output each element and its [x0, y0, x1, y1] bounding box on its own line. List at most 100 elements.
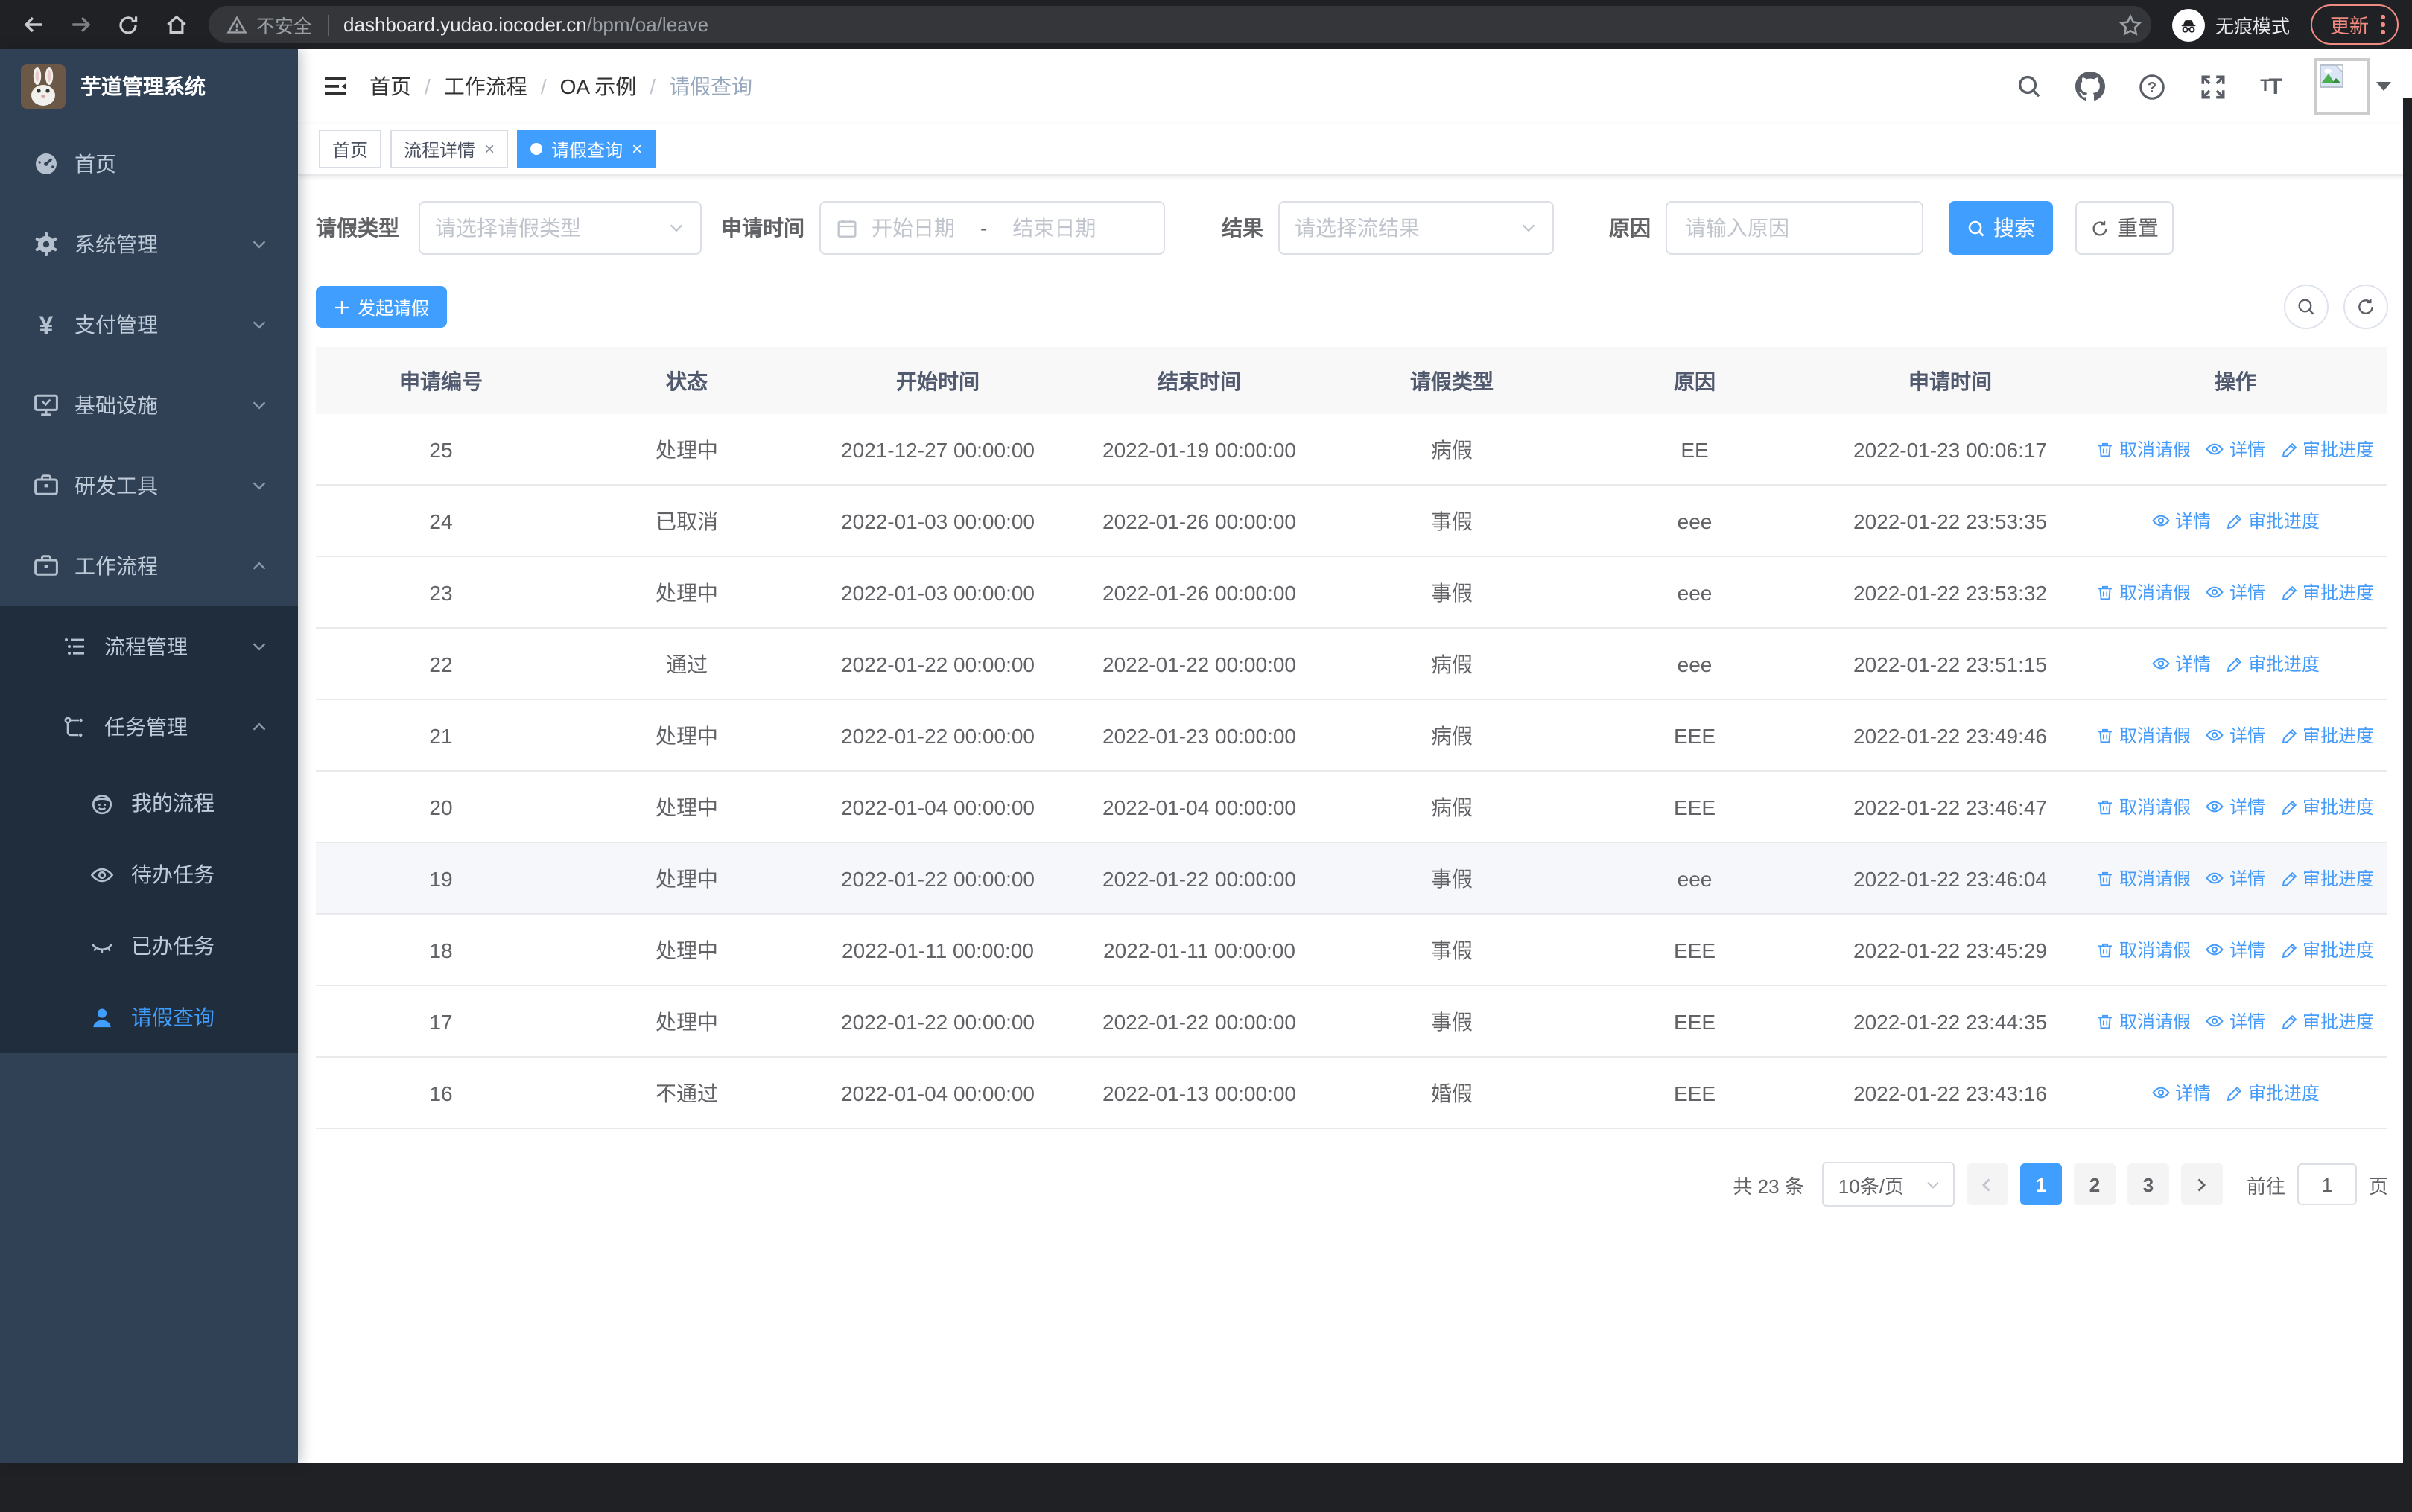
- table-row[interactable]: 24 已取消 2022-01-03 00:00:00 2022-01-26 00…: [316, 485, 2387, 557]
- security-status[interactable]: 不安全: [226, 10, 312, 39]
- user-avatar[interactable]: [2314, 58, 2370, 115]
- detail-link[interactable]: 详情: [2206, 722, 2265, 747]
- detail-link[interactable]: 详情: [2206, 579, 2265, 604]
- help-button[interactable]: ?: [2138, 72, 2166, 101]
- sidebar-collapse-button[interactable]: [313, 64, 358, 109]
- browser-forward-button[interactable]: [60, 4, 101, 45]
- next-page-button[interactable]: [2180, 1163, 2223, 1205]
- app-logo[interactable]: 芋道管理系统: [0, 49, 298, 124]
- table-row[interactable]: 25 处理中 2021-12-27 00:00:00 2022-01-19 00…: [316, 414, 2387, 486]
- page-button-3[interactable]: 3: [2127, 1163, 2169, 1205]
- browser-home-button[interactable]: [155, 4, 197, 45]
- detail-link[interactable]: 详情: [2206, 1008, 2265, 1033]
- show-search-toggle-button[interactable]: [2284, 285, 2329, 329]
- cancel-leave-link[interactable]: 取消请假: [2097, 794, 2191, 819]
- cancel-leave-link[interactable]: 取消请假: [2097, 1008, 2191, 1034]
- table-row[interactable]: 21 处理中 2022-01-22 00:00:00 2022-01-23 00…: [316, 699, 2387, 772]
- fullscreen-button[interactable]: [2199, 72, 2227, 101]
- sidebar-item-todo-tasks[interactable]: 待办任务: [0, 839, 298, 910]
- close-icon[interactable]: ×: [632, 140, 642, 158]
- sidebar-item-infrastructure[interactable]: 基础设施: [0, 365, 298, 445]
- table-row[interactable]: 20 处理中 2022-01-04 00:00:00 2022-01-04 00…: [316, 771, 2387, 843]
- sidebar-item-workflow[interactable]: 工作流程: [0, 526, 298, 606]
- table-refresh-button[interactable]: [2343, 285, 2388, 329]
- page-size-select[interactable]: 10条/页: [1821, 1162, 1955, 1207]
- close-icon[interactable]: ×: [484, 140, 495, 158]
- goto-page-input[interactable]: [2297, 1163, 2357, 1205]
- page-button-2[interactable]: 2: [2073, 1163, 2116, 1205]
- detail-link[interactable]: 详情: [2206, 436, 2265, 461]
- font-size-button[interactable]: TT: [2260, 74, 2282, 99]
- cancel-leave-link[interactable]: 取消请假: [2097, 865, 2191, 891]
- window-scrollbar[interactable]: [2403, 98, 2412, 1512]
- approval-progress-link[interactable]: 审批进度: [2280, 794, 2374, 819]
- breadcrumb-workflow[interactable]: 工作流程: [444, 72, 527, 101]
- sidebar-item-done-tasks[interactable]: 已办任务: [0, 910, 298, 982]
- cancel-leave-link[interactable]: 取消请假: [2097, 436, 2191, 462]
- prev-page-button[interactable]: [1966, 1163, 2008, 1205]
- header-search-button[interactable]: [2016, 73, 2043, 100]
- github-icon: [2075, 72, 2106, 101]
- address-bar[interactable]: 不安全 dashboard.yudao.iocoder.cn/bpm/oa/le…: [209, 6, 2151, 43]
- cancel-leave-link[interactable]: 取消请假: [2097, 937, 2191, 962]
- detail-link[interactable]: 详情: [2206, 793, 2265, 819]
- bookmark-star-button[interactable]: [2119, 13, 2142, 36]
- approval-progress-link[interactable]: 审批进度: [2280, 1008, 2374, 1034]
- browser-reload-button[interactable]: [107, 4, 149, 45]
- sidebar-item-system[interactable]: 系统管理: [0, 204, 298, 285]
- detail-link[interactable]: 详情: [2151, 1079, 2211, 1105]
- reason-input[interactable]: [1666, 201, 1923, 255]
- edit-icon: [2281, 585, 2297, 600]
- approval-progress-link[interactable]: 审批进度: [2280, 722, 2374, 748]
- start-date-placeholder[interactable]: 开始日期: [872, 213, 955, 243]
- browser-back-button[interactable]: [12, 4, 54, 45]
- sidebar-item-home[interactable]: 首页: [0, 124, 298, 204]
- approval-progress-link[interactable]: 审批进度: [2280, 579, 2374, 605]
- approval-progress-link[interactable]: 审批进度: [2280, 937, 2374, 962]
- approval-progress-link[interactable]: 审批进度: [2226, 651, 2320, 676]
- forward-icon: [72, 16, 90, 33]
- breadcrumb-home[interactable]: 首页: [369, 72, 411, 101]
- sidebar-item-leave-query[interactable]: 请假查询: [0, 982, 298, 1053]
- browser-update-button[interactable]: 更新: [2311, 4, 2399, 45]
- detail-link[interactable]: 详情: [2151, 650, 2211, 676]
- table-row[interactable]: 23 处理中 2022-01-03 00:00:00 2022-01-26 00…: [316, 556, 2387, 629]
- table-row[interactable]: 19 处理中 2022-01-22 00:00:00 2022-01-22 00…: [316, 842, 2387, 915]
- edit-icon: [2281, 442, 2297, 457]
- sidebar-item-task-management[interactable]: 任务管理: [0, 687, 298, 767]
- reset-button[interactable]: 重置: [2075, 201, 2174, 255]
- breadcrumb-oa-example[interactable]: OA 示例: [560, 72, 637, 101]
- cell-end-time: 2022-01-22 00:00:00: [1068, 628, 1330, 700]
- create-leave-button[interactable]: 发起请假: [316, 286, 448, 328]
- approval-progress-link[interactable]: 审批进度: [2280, 436, 2374, 462]
- end-date-placeholder[interactable]: 结束日期: [1012, 213, 1096, 243]
- github-link[interactable]: [2075, 72, 2106, 101]
- sidebar-item-devtools[interactable]: 研发工具: [0, 445, 298, 526]
- table-row[interactable]: 22 通过 2022-01-22 00:00:00 2022-01-22 00:…: [316, 628, 2387, 700]
- table-row[interactable]: 17 处理中 2022-01-22 00:00:00 2022-01-22 00…: [316, 985, 2387, 1058]
- tab-leave-query[interactable]: 请假查询 ×: [517, 130, 656, 168]
- tab-process-detail[interactable]: 流程详情 ×: [390, 130, 509, 168]
- table-row[interactable]: 18 处理中 2022-01-11 00:00:00 2022-01-11 00…: [316, 914, 2387, 986]
- apply-time-range-picker[interactable]: 开始日期 - 结束日期: [819, 201, 1165, 255]
- cancel-leave-link[interactable]: 取消请假: [2097, 579, 2191, 605]
- result-select[interactable]: 请选择流结果: [1278, 201, 1554, 255]
- sidebar-item-payment[interactable]: ¥ 支付管理: [0, 285, 298, 365]
- approval-progress-link[interactable]: 审批进度: [2226, 508, 2320, 533]
- sidebar-item-process-management[interactable]: 流程管理: [0, 606, 298, 687]
- detail-link[interactable]: 详情: [2206, 865, 2265, 890]
- avatar-dropdown-caret[interactable]: [2376, 82, 2391, 91]
- approval-progress-link[interactable]: 审批进度: [2280, 865, 2374, 891]
- detail-link[interactable]: 详情: [2151, 507, 2211, 533]
- page-button-1[interactable]: 1: [2019, 1163, 2062, 1205]
- table-row[interactable]: 16 不通过 2022-01-04 00:00:00 2022-01-13 00…: [316, 1057, 2387, 1129]
- search-button[interactable]: 搜索: [1949, 201, 2053, 255]
- sidebar-item-my-process[interactable]: 我的流程: [0, 767, 298, 839]
- detail-link[interactable]: 详情: [2206, 936, 2265, 962]
- cancel-leave-link[interactable]: 取消请假: [2097, 722, 2191, 748]
- tab-home[interactable]: 首页: [319, 130, 382, 168]
- leave-type-select[interactable]: 请选择请假类型: [419, 201, 702, 255]
- approval-progress-link[interactable]: 审批进度: [2226, 1080, 2320, 1105]
- browser-menu-icon[interactable]: [2381, 15, 2385, 34]
- chevron-down-icon: [1925, 1176, 1941, 1192]
